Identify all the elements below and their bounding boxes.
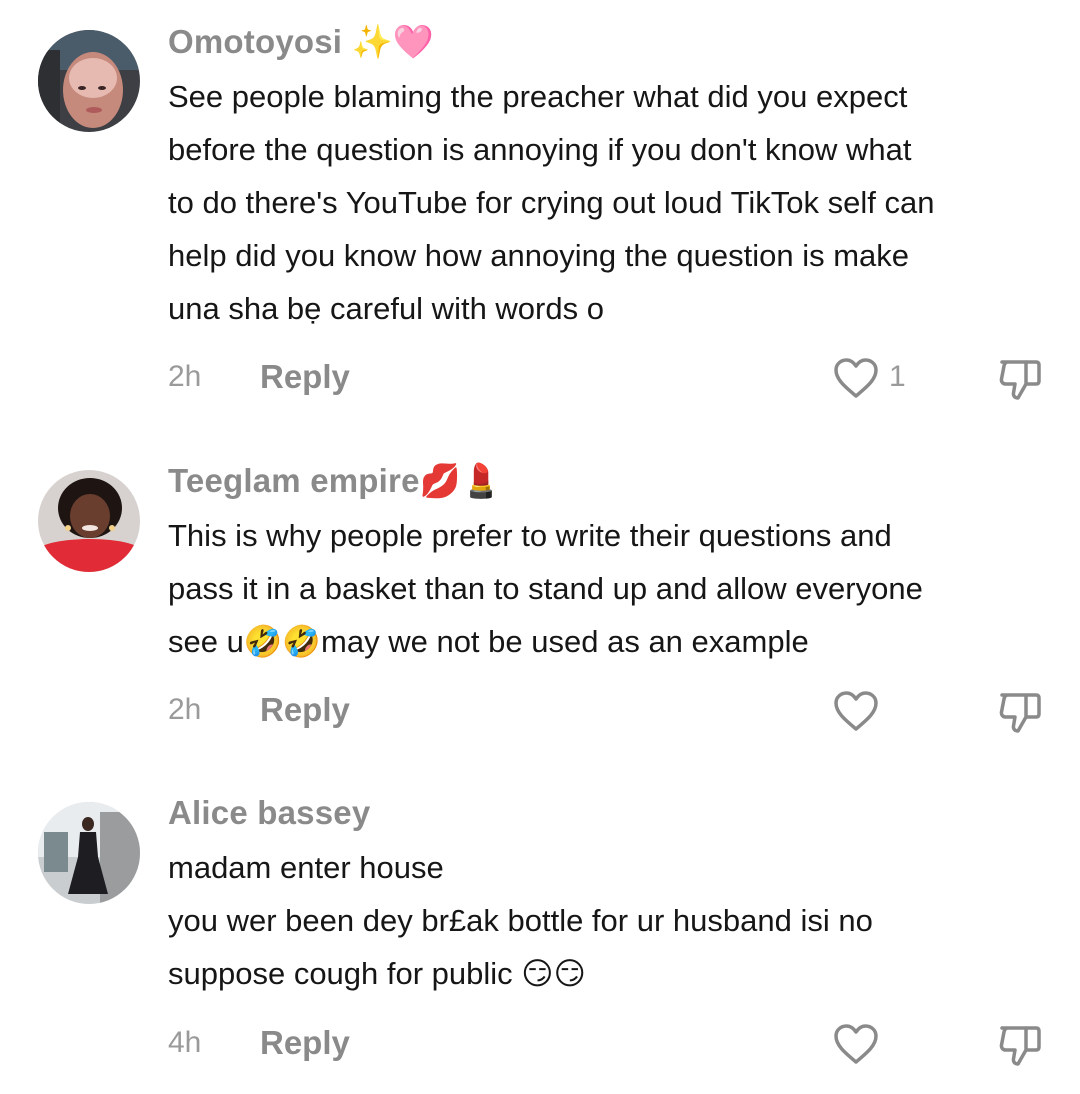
comment-line: before the question is annoying if you d…: [168, 132, 912, 167]
comment-text: This is why people prefer to write their…: [168, 509, 1048, 668]
avatar[interactable]: [38, 802, 140, 904]
username-text: Alice bassey: [168, 794, 371, 831]
comment-line: pass it in a basket than to stand up and…: [168, 571, 923, 606]
comment-line: help did you know how annoying the quest…: [168, 238, 910, 273]
comment-line: See people blaming the preacher what did…: [168, 79, 908, 114]
username-text: Teeglam empire: [168, 462, 420, 499]
username-text: Omotoyosi: [168, 23, 343, 60]
heart-outline-icon[interactable]: [832, 689, 880, 733]
avatar[interactable]: [38, 30, 140, 132]
username-emoji: 💋💄: [419, 461, 503, 500]
reply-button[interactable]: Reply: [260, 1024, 350, 1062]
comment-text: See people blaming the preacher what did…: [168, 70, 1048, 335]
avatar[interactable]: [38, 470, 140, 572]
comment-line: you wer been dey br£ak bottle for ur hus…: [168, 903, 873, 938]
comment-text: madam enter house you wer been dey br£ak…: [168, 841, 1048, 1000]
timestamp: 2h: [168, 360, 202, 393]
timestamp: 2h: [168, 693, 202, 726]
thumbs-down-outline-icon[interactable]: [996, 356, 1044, 402]
reply-button[interactable]: Reply: [260, 358, 350, 396]
thumbs-down-outline-icon[interactable]: [996, 1022, 1044, 1068]
comment-line: una sha bẹ careful with words o: [168, 291, 604, 326]
timestamp: 4h: [168, 1026, 202, 1059]
comment-line: see u🤣🤣may we not be used as an example: [168, 624, 809, 659]
comment-line: madam enter house: [168, 850, 444, 885]
username[interactable]: Alice bassey: [168, 794, 370, 832]
thumbs-down-outline-icon[interactable]: [996, 689, 1044, 735]
comment-line: suppose cough for public 😏😏: [168, 956, 586, 991]
heart-outline-icon[interactable]: [832, 356, 880, 400]
username-emoji: ✨🩷: [351, 22, 435, 61]
comment-line: This is why people prefer to write their…: [168, 518, 892, 553]
reply-button[interactable]: Reply: [260, 691, 350, 729]
username[interactable]: Omotoyosi ✨🩷: [168, 22, 434, 62]
like-count: 1: [889, 360, 906, 393]
username[interactable]: Teeglam empire💋💄: [168, 461, 502, 501]
heart-outline-icon[interactable]: [832, 1022, 880, 1066]
comment-line: to do there's YouTube for crying out lou…: [168, 185, 935, 220]
